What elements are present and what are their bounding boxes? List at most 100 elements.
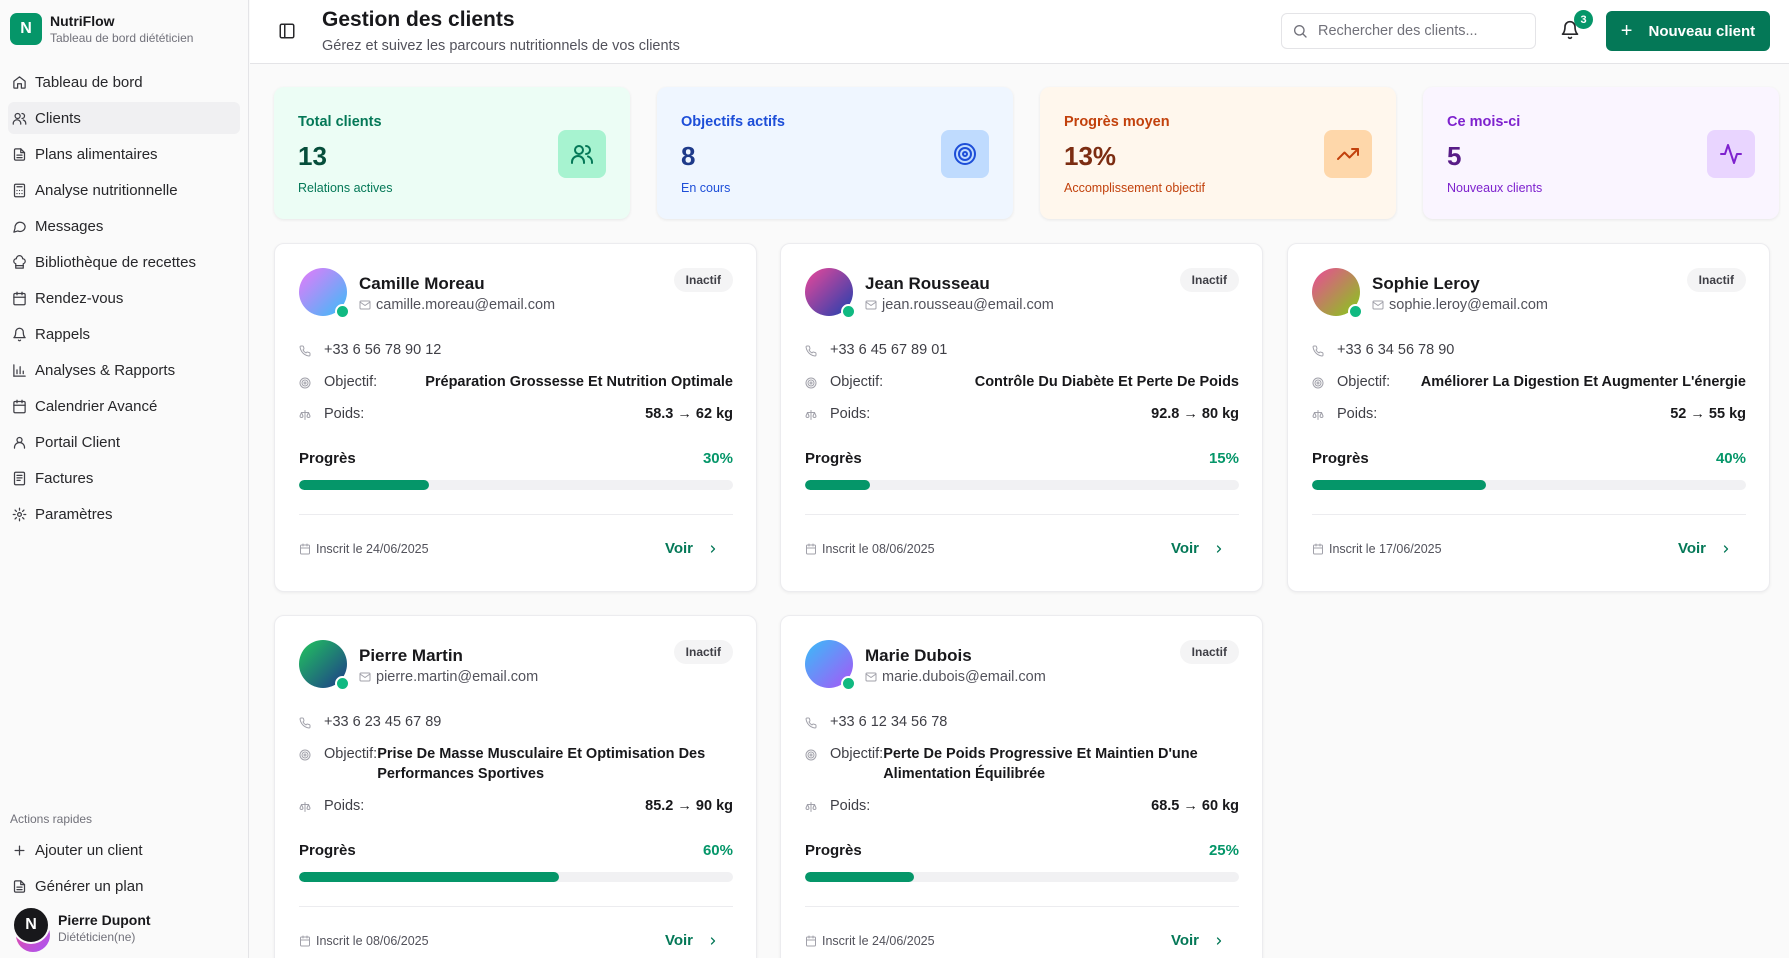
trending-up-icon xyxy=(1337,148,1359,160)
stat-card: Total clients 13 Relations actives xyxy=(274,87,630,219)
progress-bar xyxy=(805,480,1239,490)
quick-action-label: Générer un plan xyxy=(35,877,144,895)
progress-bar-fill xyxy=(1312,480,1486,490)
sidebar-item-analyses-rapports[interactable]: Analyses & Rapports xyxy=(8,354,240,386)
progress-label: Progrès xyxy=(299,450,356,467)
new-client-button[interactable]: + Nouveau client xyxy=(1606,11,1770,51)
avatar: N xyxy=(12,906,50,952)
chef-hat-icon xyxy=(13,254,26,269)
progress-percent: 15% xyxy=(1208,450,1239,467)
client-card[interactable]: Marie Dubois marie.dubois@email.com Inacti… xyxy=(780,615,1263,958)
view-client-button[interactable]: Voir xyxy=(1171,932,1225,949)
target-icon xyxy=(299,377,311,389)
file-icon xyxy=(13,879,26,893)
target-icon xyxy=(805,377,817,389)
sidebar-item-tableau-de-bord[interactable]: Tableau de bord xyxy=(8,66,240,98)
stat-value: 13 xyxy=(298,141,327,171)
objective-label: Objectif: xyxy=(1337,374,1391,390)
progress-percent: 60% xyxy=(702,842,733,859)
receipt-icon xyxy=(13,471,26,485)
phone-icon xyxy=(1312,345,1324,357)
online-status-dot xyxy=(841,676,856,691)
plus-icon xyxy=(14,845,25,855)
weight-label: Poids: xyxy=(830,406,871,422)
sidebar-item-clients[interactable]: Clients xyxy=(8,102,240,134)
client-email: pierre.martin@email.com xyxy=(359,669,538,685)
phone-icon xyxy=(805,717,817,729)
sidebar-item-label: Plans alimentaires xyxy=(35,145,158,163)
status-badge: Inactif xyxy=(1686,268,1746,292)
divider xyxy=(299,906,733,907)
new-client-button-label: Nouveau client xyxy=(1648,22,1756,40)
quick-action-0[interactable]: Ajouter un client xyxy=(8,834,241,866)
progress-bar-fill xyxy=(299,480,430,490)
calendar-icon xyxy=(300,935,310,947)
client-card[interactable]: Camille Moreau camille.moreau@email.com In… xyxy=(274,243,757,592)
sidebar-item-label: Factures xyxy=(35,469,94,487)
view-label: Voir xyxy=(664,540,693,557)
client-phone: +33 6 34 56 78 90 xyxy=(1337,342,1455,358)
client-name: Sophie Leroy xyxy=(1372,274,1480,293)
weight-value: 52 → 55 kg xyxy=(1670,406,1746,422)
calendar-icon xyxy=(300,543,310,555)
stat-value: 5 xyxy=(1447,141,1462,171)
view-client-button[interactable]: Voir xyxy=(665,540,719,557)
progress-percent: 40% xyxy=(1715,450,1746,467)
page-subtitle: Gérez et suivez les parcours nutritionne… xyxy=(322,38,680,54)
file-icon xyxy=(13,147,26,161)
progress-bar xyxy=(299,480,733,490)
message-icon xyxy=(13,221,26,233)
client-card[interactable]: Sophie Leroy sophie.leroy@email.com Inacti… xyxy=(1287,243,1770,592)
client-email-text: marie.dubois@email.com xyxy=(882,669,1046,685)
client-email: camille.moreau@email.com xyxy=(359,297,555,313)
sidebar-item-biblioth-que-de-recettes[interactable]: Bibliothèque de recettes xyxy=(8,246,240,278)
sidebar-item-analyse-nutritionnelle[interactable]: Analyse nutritionnelle xyxy=(8,174,240,206)
client-card[interactable]: Jean Rousseau jean.rousseau@email.com Inac… xyxy=(780,243,1263,592)
users-icon xyxy=(571,145,593,164)
activity-icon xyxy=(1720,144,1742,164)
status-badge: Inactif xyxy=(1179,268,1239,292)
scale-icon xyxy=(805,802,817,812)
search-input[interactable] xyxy=(1318,23,1518,39)
gear-icon xyxy=(12,507,27,521)
user-role: Diététicien(ne) xyxy=(58,930,136,944)
chevron-right-icon xyxy=(710,544,716,553)
sidebar-item-label: Clients xyxy=(35,109,81,127)
divider xyxy=(299,514,733,515)
client-card[interactable]: Pierre Martin pierre.martin@email.com Inac… xyxy=(274,615,757,958)
client-email-text: jean.rousseau@email.com xyxy=(882,297,1054,313)
chevron-right-icon xyxy=(710,936,716,945)
sidebar-item-rappels[interactable]: Rappels xyxy=(8,318,240,350)
sidebar: N NutriFlow Tableau de bord diététicien … xyxy=(0,0,249,958)
brand[interactable]: N NutriFlow Tableau de bord diététicien xyxy=(0,0,248,58)
view-client-button[interactable]: Voir xyxy=(665,932,719,949)
sidebar-toggle-icon[interactable] xyxy=(278,22,296,40)
user-profile[interactable]: N Pierre Dupont Diététicien(ne) xyxy=(12,906,151,952)
sidebar-item-plans-alimentaires[interactable]: Plans alimentaires xyxy=(8,138,240,170)
sidebar-item-calendrier-avanc-[interactable]: Calendrier Avancé xyxy=(8,390,240,422)
mail-icon xyxy=(359,300,371,310)
weight-value: 92.8 → 80 kg xyxy=(1151,406,1239,422)
sidebar-item-rendez-vous[interactable]: Rendez-vous xyxy=(8,282,240,314)
notification-count-badge: 3 xyxy=(1574,10,1593,29)
weight-label: Poids: xyxy=(324,406,365,422)
client-phone: +33 6 45 67 89 01 xyxy=(830,342,948,358)
enrolled-date: Inscrit le 08/06/2025 xyxy=(299,934,429,948)
status-badge: Inactif xyxy=(673,640,733,664)
header: Gestion des clients Gérez et suivez les … xyxy=(250,0,1789,64)
sidebar-item-param-tres[interactable]: Paramètres xyxy=(8,498,240,530)
stat-subtext: Accomplissement objectif xyxy=(1064,181,1206,195)
sidebar-item-factures[interactable]: Factures xyxy=(8,462,240,494)
client-email: jean.rousseau@email.com xyxy=(865,297,1054,313)
client-phone: +33 6 12 34 56 78 xyxy=(830,714,948,730)
objective-value: Perte De Poids Progressive Et Maintien D… xyxy=(883,746,1198,782)
view-client-button[interactable]: Voir xyxy=(1171,540,1225,557)
quick-action-1[interactable]: Générer un plan xyxy=(8,870,241,902)
search-box[interactable] xyxy=(1281,13,1536,49)
stat-icon-box xyxy=(558,130,606,178)
sidebar-item-messages[interactable]: Messages xyxy=(8,210,240,242)
view-label: Voir xyxy=(664,932,693,949)
enrolled-date: Inscrit le 24/06/2025 xyxy=(805,934,935,948)
sidebar-item-portail-client[interactable]: Portail Client xyxy=(8,426,240,458)
view-client-button[interactable]: Voir xyxy=(1678,540,1732,557)
